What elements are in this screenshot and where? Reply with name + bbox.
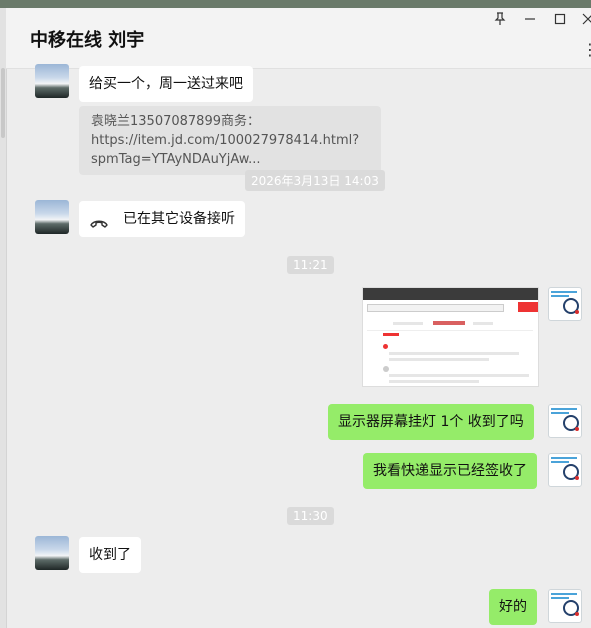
phone-hangup-icon bbox=[89, 214, 109, 228]
link-message[interactable]: 袁晓兰13507087899商务：https://item.jd.com/100… bbox=[79, 106, 381, 175]
more-options-icon[interactable]: ⋮ bbox=[582, 40, 591, 59]
sent-message[interactable]: 我看快递显示已经签收了 bbox=[363, 453, 537, 489]
sent-message[interactable]: 显示器屏幕挂灯 1个 收到了吗 bbox=[328, 404, 534, 440]
chat-title: 中移在线 刘宇 bbox=[30, 30, 145, 51]
timestamp: 2026年3月13日 14:03 bbox=[245, 170, 385, 191]
received-message[interactable]: 收到了 bbox=[79, 537, 141, 573]
scrollbar-thumb[interactable] bbox=[1, 68, 5, 138]
my-avatar[interactable] bbox=[548, 453, 582, 487]
contact-avatar[interactable] bbox=[35, 64, 69, 98]
contact-avatar[interactable] bbox=[35, 200, 69, 234]
minimize-icon[interactable] bbox=[520, 12, 540, 30]
my-avatar[interactable] bbox=[548, 404, 582, 438]
call-notice-text: 已在其它设备接听 bbox=[123, 211, 235, 227]
left-scroll-edge[interactable] bbox=[0, 8, 7, 628]
image-message[interactable] bbox=[362, 287, 539, 387]
call-notice-message[interactable]: 已在其它设备接听 bbox=[79, 201, 245, 237]
close-icon[interactable] bbox=[578, 12, 591, 30]
timestamp: 11:21 bbox=[287, 256, 334, 274]
my-avatar[interactable] bbox=[548, 287, 582, 321]
pin-icon[interactable] bbox=[490, 12, 510, 30]
image-titlebar bbox=[363, 288, 538, 300]
timestamp: 11:30 bbox=[287, 507, 334, 525]
maximize-icon[interactable] bbox=[550, 12, 570, 30]
contact-avatar[interactable] bbox=[35, 536, 69, 570]
desktop-top-strip bbox=[0, 0, 591, 8]
received-message[interactable]: 给买一个，周一送过来吧 bbox=[79, 66, 253, 102]
chat-header: 中移在线 刘宇 ⋮ bbox=[6, 8, 591, 69]
my-avatar[interactable] bbox=[548, 589, 582, 623]
sent-message[interactable]: 好的 bbox=[489, 589, 537, 625]
